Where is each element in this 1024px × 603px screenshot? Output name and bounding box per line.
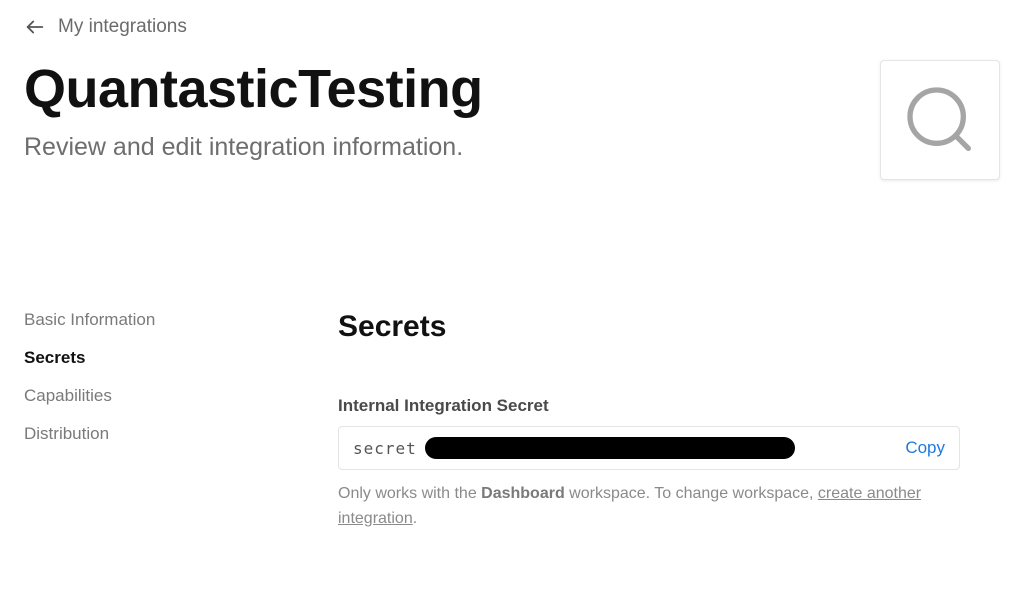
help-text-suffix: . xyxy=(413,510,417,527)
secret-value-row: secret Copy xyxy=(338,426,960,470)
page-subtitle: Review and edit integration information. xyxy=(24,133,856,162)
sidenav-item-basic-information[interactable]: Basic Information xyxy=(24,310,314,330)
secret-prefix: secret xyxy=(353,439,417,458)
copy-secret-button[interactable]: Copy xyxy=(905,438,945,458)
secret-help-text: Only works with the Dashboard workspace.… xyxy=(338,482,960,532)
breadcrumb[interactable]: My integrations xyxy=(24,16,1000,38)
sidenav-item-capabilities[interactable]: Capabilities xyxy=(24,386,314,406)
help-text-mid: workspace. To change workspace, xyxy=(565,485,818,502)
section-heading-secrets: Secrets xyxy=(338,310,960,344)
secret-redacted xyxy=(425,437,795,459)
sidenav-item-distribution[interactable]: Distribution xyxy=(24,424,314,444)
help-workspace-name: Dashboard xyxy=(481,485,565,502)
settings-sidenav: Basic Information Secrets Capabilities D… xyxy=(24,310,314,532)
secret-field-label: Internal Integration Secret xyxy=(338,396,960,416)
integration-avatar[interactable] xyxy=(880,60,1000,180)
help-text-prefix: Only works with the xyxy=(338,485,481,502)
sidenav-item-secrets[interactable]: Secrets xyxy=(24,348,314,368)
magnifier-icon xyxy=(900,80,980,160)
back-arrow-icon[interactable] xyxy=(24,16,46,38)
breadcrumb-parent[interactable]: My integrations xyxy=(58,16,187,38)
page-title: QuantasticTesting xyxy=(24,60,856,119)
